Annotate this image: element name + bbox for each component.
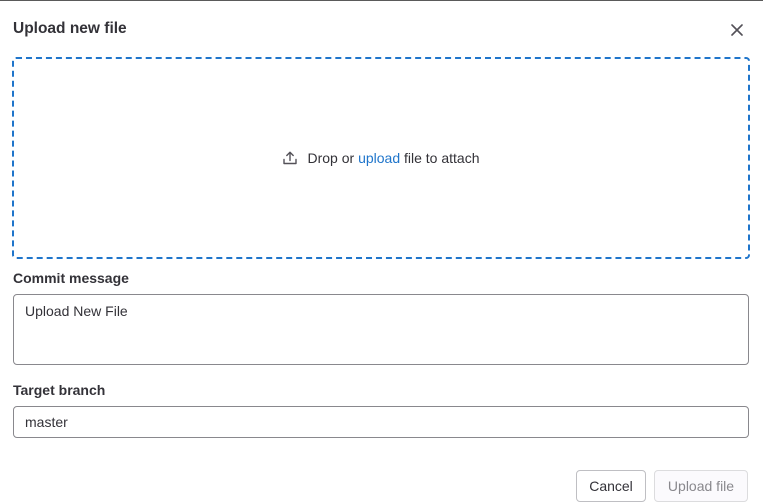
modal-title: Upload new file <box>13 20 127 37</box>
close-button[interactable] <box>727 20 747 40</box>
dropzone-message: Drop or upload file to attach <box>282 150 480 166</box>
close-icon <box>731 24 743 36</box>
upload-icon <box>282 150 298 166</box>
commit-message-label: Commit message <box>13 270 129 286</box>
target-branch-input[interactable] <box>13 406 749 438</box>
upload-link[interactable]: upload <box>358 150 400 166</box>
dropzone-text-before: Drop or <box>307 150 359 166</box>
commit-message-input[interactable]: Upload New File <box>13 294 749 365</box>
target-branch-label: Target branch <box>13 382 106 398</box>
dropzone-text-after: file to attach <box>400 150 480 166</box>
upload-file-modal: Upload new file Drop or upload file to a… <box>0 0 763 502</box>
upload-file-button[interactable]: Upload file <box>654 470 748 502</box>
cancel-button[interactable]: Cancel <box>576 470 646 502</box>
file-dropzone[interactable]: Drop or upload file to attach <box>12 57 750 259</box>
